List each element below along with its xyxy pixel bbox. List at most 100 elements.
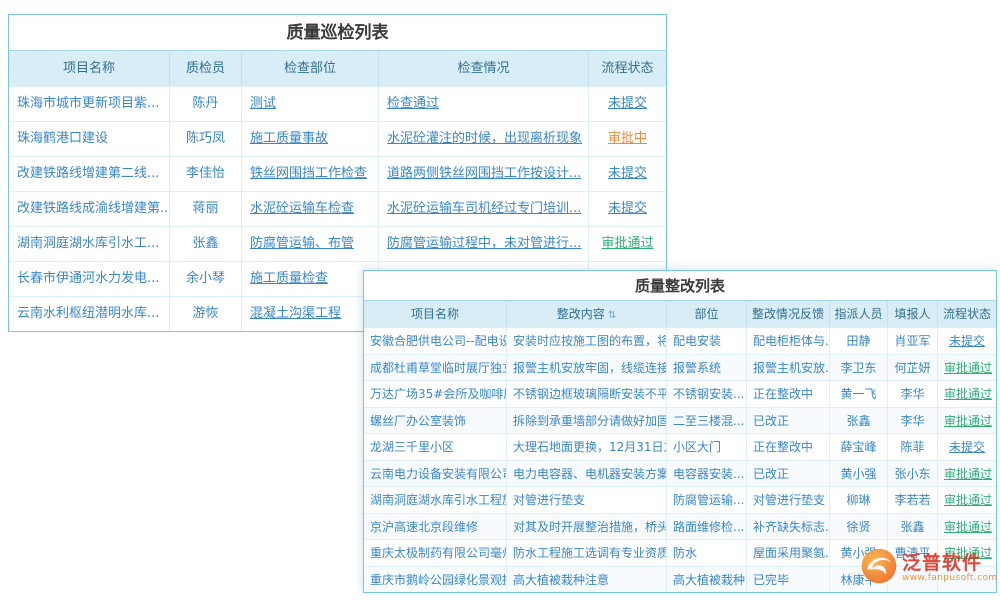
status-cell[interactable]: 未提交 <box>937 328 996 354</box>
column-header: 项目名称 <box>364 301 506 327</box>
inspection-part-cell[interactable]: 测试 <box>241 87 378 121</box>
inspection-situation-cell[interactable]: 检查通过 <box>378 87 588 121</box>
inspection-row[interactable]: 珠海鹤港口建设陈巧凤施工质量事故水泥砼灌注的时候，出现离析现象审批中 <box>9 121 666 156</box>
project-name-cell[interactable]: 珠海鹤港口建设 <box>9 122 169 156</box>
inspection-part-cell[interactable]: 水泥砼运输车检查 <box>241 192 378 226</box>
status-cell[interactable]: 审批通过 <box>937 514 996 540</box>
reporter-cell: 肖亚军 <box>887 328 937 354</box>
project-name-cell[interactable]: 成都杜甫草堂临时展厅独立展... <box>364 355 506 381</box>
inspection-situation-cell[interactable]: 道路两侧铁丝网围挡工作按设计... <box>378 157 588 191</box>
project-name-cell[interactable]: 云南水利枢纽潜明水库... <box>9 297 169 331</box>
reporter-cell: 李华 <box>887 381 937 407</box>
project-name-cell[interactable]: 改建铁路线增建第二线... <box>9 157 169 191</box>
assignee-cell: 李卫东 <box>829 355 887 381</box>
column-header-label: 质检员 <box>186 61 225 76</box>
inspection-situation-cell[interactable]: 水泥砼运输车司机经过专门培训... <box>378 192 588 226</box>
project-name-cell[interactable]: 重庆太极制药有限公司毫州中... <box>364 540 506 566</box>
reporter-cell: 李华 <box>887 408 937 434</box>
status-cell[interactable]: 审批通过 <box>937 487 996 513</box>
rectification-row[interactable]: 湖南洞庭湖水库引水工程施工1标对管进行垫支防腐管运输...对管进行垫支柳琳李若若… <box>364 486 996 513</box>
inspection-part-cell[interactable]: 混凝土沟渠工程 <box>241 297 378 331</box>
project-name-cell[interactable]: 螺丝厂办公室装饰 <box>364 408 506 434</box>
status-cell[interactable]: 审批通过 <box>937 355 996 381</box>
inspector-cell: 余小琴 <box>169 262 241 296</box>
inspector-cell: 陈巧凤 <box>169 122 241 156</box>
rectify-content-cell: 安装时应按施工图的布置，将... <box>506 328 666 354</box>
project-name-cell[interactable]: 重庆市鹅岭公园绿化景观提升... <box>364 567 506 593</box>
rectification-row[interactable]: 龙湖三千里小区大理石地面更换，12月31日之...小区大门正在整改中薛宝峰陈菲未… <box>364 433 996 460</box>
column-header: 检查情况 <box>378 51 588 86</box>
part-cell: 电容器安装... <box>666 461 746 487</box>
rectify-content-cell: 防水工程施工选调有专业资质... <box>506 540 666 566</box>
inspection-part-cell[interactable]: 铁丝网围挡工作检查 <box>241 157 378 191</box>
inspection-part-cell[interactable]: 施工质量检查 <box>241 262 378 296</box>
project-name-cell[interactable]: 京沪高速北京段维修 <box>364 514 506 540</box>
brand-watermark: 泛普软件 www.fanpusoft.com <box>860 543 996 593</box>
inspection-situation-cell[interactable]: 防腐管运输过程中，未对管进行... <box>378 227 588 261</box>
column-header-label: 流程状态 <box>601 61 653 76</box>
inspection-row[interactable]: 改建铁路线成渝线增建第...蒋丽水泥砼运输车检查水泥砼运输车司机经过专门培训..… <box>9 191 666 226</box>
inspector-cell: 蒋丽 <box>169 192 241 226</box>
project-name-cell[interactable]: 万达广场35#会所及咖啡厅空... <box>364 381 506 407</box>
project-name-cell[interactable]: 云南电力设备安装有限公司20... <box>364 461 506 487</box>
status-cell[interactable]: 审批通过 <box>937 408 996 434</box>
status-cell[interactable]: 未提交 <box>937 434 996 460</box>
status-cell[interactable]: 未提交 <box>588 87 666 121</box>
status-cell[interactable]: 未提交 <box>588 157 666 191</box>
project-name-cell[interactable]: 长春市伊通河水力发电... <box>9 262 169 296</box>
rectification-row[interactable]: 螺丝厂办公室装饰拆除到承重墙部分请做好加固...二至三楼混...已改正张鑫李华审… <box>364 407 996 434</box>
fanpu-logo-icon <box>860 547 898 589</box>
feedback-cell: 对管进行垫支 <box>746 487 829 513</box>
feedback-cell: 已改正 <box>746 461 829 487</box>
reporter-cell: 张小东 <box>887 461 937 487</box>
inspection-part-cell[interactable]: 施工质量事故 <box>241 122 378 156</box>
inspector-cell: 李佳怡 <box>169 157 241 191</box>
project-name-cell[interactable]: 安徽合肥供电公司--配电设备... <box>364 328 506 354</box>
status-cell[interactable]: 审批通过 <box>937 461 996 487</box>
project-name-cell[interactable]: 改建铁路线成渝线增建第... <box>9 192 169 226</box>
project-name-cell[interactable]: 珠海市城市更新项目紫... <box>9 87 169 121</box>
feedback-cell: 正在整改中 <box>746 434 829 460</box>
column-header-label: 部位 <box>694 307 718 321</box>
rectify-content-cell: 高大植被栽种注意 <box>506 567 666 593</box>
inspector-cell: 游恢 <box>169 297 241 331</box>
inspection-table-header: 项目名称质检员检查部位检查情况流程状态 <box>9 51 666 86</box>
project-name-cell[interactable]: 湖南洞庭湖水库引水工程施工1标 <box>364 487 506 513</box>
rectification-row[interactable]: 安徽合肥供电公司--配电设备...安装时应按施工图的布置，将...配电安装配电柜… <box>364 327 996 354</box>
brand-url: www.fanpusoft.com <box>902 574 998 584</box>
feedback-cell: 报警主机安放... <box>746 355 829 381</box>
part-cell: 防水 <box>666 540 746 566</box>
project-name-cell[interactable]: 龙湖三千里小区 <box>364 434 506 460</box>
inspection-row[interactable]: 湖南洞庭湖水库引水工...张鑫防腐管运输、布管防腐管运输过程中，未对管进行...… <box>9 226 666 261</box>
column-header-label: 整改情况反馈 <box>752 307 824 321</box>
assignee-cell: 薛宝峰 <box>829 434 887 460</box>
part-cell: 小区大门 <box>666 434 746 460</box>
status-cell[interactable]: 审批通过 <box>588 227 666 261</box>
column-header: 质检员 <box>169 51 241 86</box>
rectification-row[interactable]: 万达广场35#会所及咖啡厅空...不锈钢边框玻璃隔断安装不平...不锈钢安装..… <box>364 380 996 407</box>
sort-icon[interactable]: ⇅ <box>608 310 616 321</box>
feedback-cell: 已完毕 <box>746 567 829 593</box>
column-header-label: 检查情况 <box>457 61 509 76</box>
rectification-row[interactable]: 云南电力设备安装有限公司20...电力电容器、电机器安装方案...电容器安装..… <box>364 460 996 487</box>
part-cell: 报警系统 <box>666 355 746 381</box>
inspection-row[interactable]: 珠海市城市更新项目紫...陈丹测试检查通过未提交 <box>9 86 666 121</box>
column-header: 流程状态 <box>937 301 996 327</box>
rectification-row[interactable]: 成都杜甫草堂临时展厅独立展...报警主机安放牢固，线缆连接...报警系统报警主机… <box>364 354 996 381</box>
inspection-part-cell[interactable]: 防腐管运输、布管 <box>241 227 378 261</box>
status-cell[interactable]: 未提交 <box>588 192 666 226</box>
part-cell: 防腐管运输... <box>666 487 746 513</box>
rectify-content-cell: 对其及时开展整治措施，桥头... <box>506 514 666 540</box>
status-cell[interactable]: 审批通过 <box>937 381 996 407</box>
column-header-label: 整改内容 <box>557 307 605 321</box>
inspection-panel-title: 质量巡检列表 <box>9 15 666 51</box>
rectification-row[interactable]: 京沪高速北京段维修对其及时开展整治措施，桥头...路面维修检...补齐缺失标志.… <box>364 513 996 540</box>
column-header: 指派人员 <box>829 301 887 327</box>
rectification-table-header: 项目名称整改内容⇅部位整改情况反馈指派人员填报人流程状态 <box>364 301 996 327</box>
inspection-situation-cell[interactable]: 水泥砼灌注的时候，出现离析现象 <box>378 122 588 156</box>
project-name-cell[interactable]: 湖南洞庭湖水库引水工... <box>9 227 169 261</box>
column-header: 流程状态 <box>588 51 666 86</box>
inspection-row[interactable]: 改建铁路线增建第二线...李佳怡铁丝网围挡工作检查道路两侧铁丝网围挡工作按设计.… <box>9 156 666 191</box>
status-cell[interactable]: 审批中 <box>588 122 666 156</box>
feedback-cell: 正在整改中 <box>746 381 829 407</box>
